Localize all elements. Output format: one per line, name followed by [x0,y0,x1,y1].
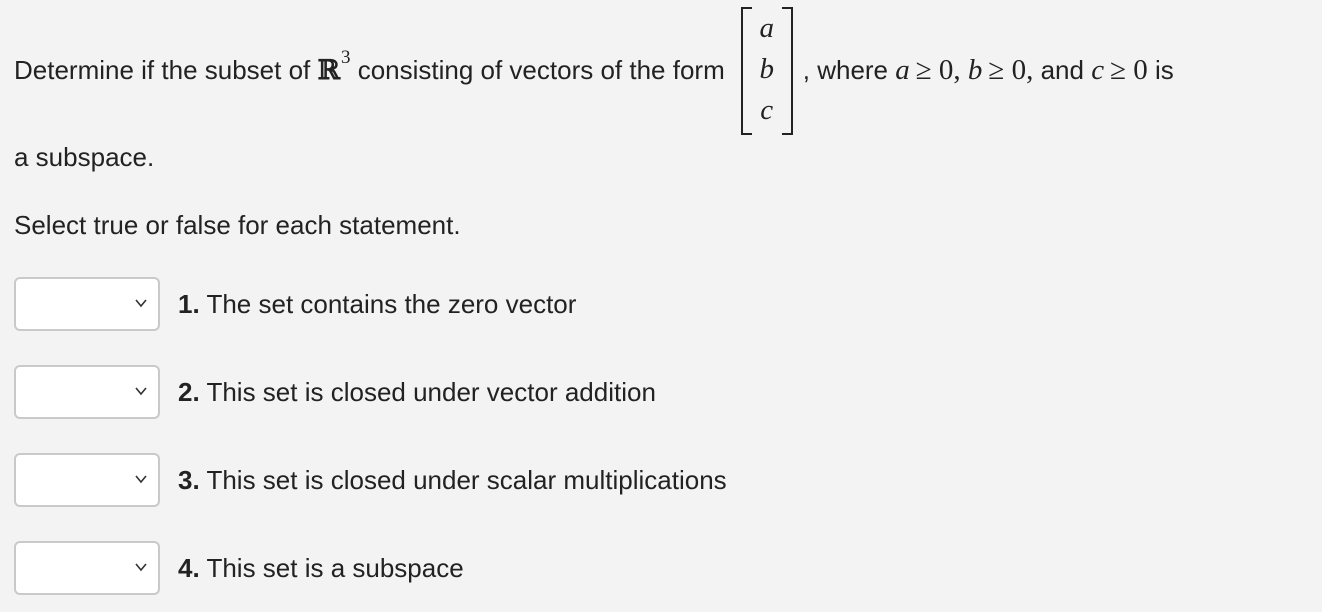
statement-label: The set contains the zero vector [206,288,577,319]
chevron-down-icon [135,299,147,308]
statement-number: 1. [178,288,200,319]
statement-3: 3. This set is closed under scalar multi… [14,451,727,509]
where-text: where [817,54,889,85]
question-tail: is [1154,54,1174,85]
question-middle: consisting of vectors of the form [357,54,725,85]
question-line-2: a subspace. [14,142,155,172]
true-false-select-3[interactable] [14,453,160,507]
statement-label: This set is a subspace [206,552,464,583]
condition-c-rel: ≥ 0 [1110,53,1148,86]
true-false-select-2[interactable] [14,365,160,419]
statement-4: 4. This set is a subspace [14,539,464,597]
comma: , [802,54,810,85]
condition-b-rel: ≥ 0, [988,53,1034,86]
statement-1: 1. The set contains the zero vector [14,275,576,333]
question-line-1: Determine if the subset of ℝ3 consisting… [14,0,1174,140]
statement-number: 3. [178,464,200,495]
statement-2-text: 2. This set is closed under vector addit… [178,377,656,408]
true-false-select-1[interactable] [14,277,160,331]
space-exponent: 3 [340,47,351,68]
condition-c-var: c [1091,53,1105,86]
chevron-down-icon [135,563,147,572]
and-text: and [1040,54,1084,85]
statement-3-text: 3. This set is closed under scalar multi… [178,465,727,496]
statement-number: 4. [178,552,200,583]
column-vector: a b c [740,7,793,135]
true-false-select-4[interactable] [14,541,160,595]
instructions: Select true or false for each statement. [14,210,461,240]
statement-2: 2. This set is closed under vector addit… [14,363,656,421]
condition-a-rel: ≥ 0, [915,53,961,86]
real-space-symbol: ℝ [317,54,340,86]
statement-label: This set is closed under vector addition [206,376,656,407]
right-bracket [781,7,793,135]
statement-1-text: 1. The set contains the zero vector [178,289,576,320]
condition-b-var: b [967,53,983,86]
statement-4-text: 4. This set is a subspace [178,553,464,584]
statement-number: 2. [178,376,200,407]
chevron-down-icon [135,475,147,484]
question-intro: Determine if the subset of [14,54,311,85]
chevron-down-icon [135,387,147,396]
statement-label: This set is closed under scalar multipli… [206,464,727,495]
condition-a-var: a [895,53,910,86]
